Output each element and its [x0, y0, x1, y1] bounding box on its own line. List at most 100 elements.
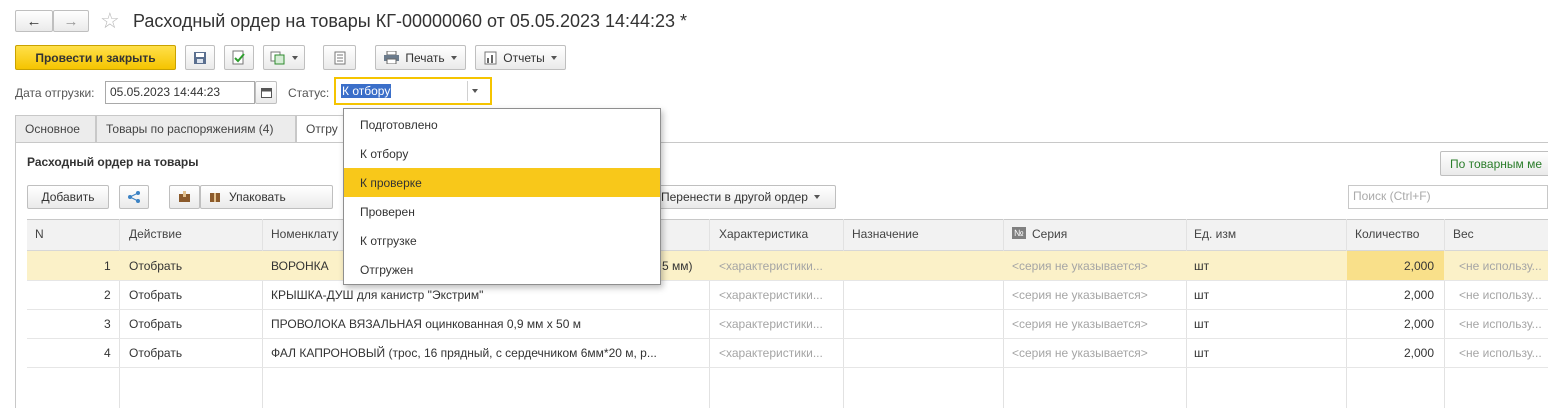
row-quantity: 2,000: [1404, 288, 1435, 302]
arrow-right-icon: →: [63, 12, 79, 30]
column-header-unit[interactable]: Ед. изм: [1194, 227, 1236, 241]
series-number-icon: №: [1012, 227, 1026, 239]
row-quantity: 2,000: [1404, 259, 1435, 273]
tab-shipment[interactable]: Отгру: [296, 115, 346, 143]
move-label: Перенести в другой ордер: [661, 190, 808, 204]
move-to-other-order-button[interactable]: Перенести в другой ордер: [650, 185, 836, 209]
create-based-icon: [270, 51, 285, 64]
print-label: Печать: [405, 50, 445, 65]
tab-goods-by-orders[interactable]: Товары по распоряжениям (4): [96, 115, 296, 142]
row-quantity: 2,000: [1404, 346, 1435, 360]
status-option-checked[interactable]: Проверен: [344, 197, 660, 226]
list-icon: [334, 51, 345, 64]
post-document-icon: [232, 50, 245, 64]
split-button[interactable]: [119, 185, 149, 209]
row-series: <серия не указывается>: [1012, 317, 1148, 331]
search-input[interactable]: Поиск (Ctrl+F): [1348, 185, 1548, 209]
post-and-close-button[interactable]: Провести и закрыть: [15, 45, 176, 70]
section-title: Расходный ордер на товары: [27, 155, 199, 169]
box-icon: [210, 193, 220, 202]
row-characteristic: <характеристики...: [719, 259, 823, 273]
status-option-shipped[interactable]: Отгружен: [344, 255, 660, 284]
tab-main[interactable]: Основное: [15, 115, 96, 142]
row-item: ПРОВОЛОКА ВЯЗАЛЬНАЯ оцинкованная 0,9 мм …: [271, 317, 581, 331]
add-button[interactable]: Добавить: [27, 185, 109, 209]
row-characteristic: <характеристики...: [719, 288, 823, 302]
star-icon[interactable]: ☆: [100, 8, 120, 34]
ship-date-label: Дата отгрузки:: [15, 86, 95, 100]
reports-icon: [484, 51, 497, 64]
box-open-icon: [179, 191, 190, 202]
search-placeholder: Поиск (Ctrl+F): [1353, 189, 1431, 203]
row-number: 4: [104, 346, 111, 360]
status-selected-value: К отбору: [341, 84, 392, 98]
column-header-characteristic[interactable]: Характеристика: [719, 227, 808, 241]
page-title: Расходный ордер на товары КГ-00000060 от…: [133, 11, 688, 31]
row-series: <серия не указывается>: [1012, 346, 1148, 360]
pack-label: Упаковать: [229, 190, 286, 204]
row-weight: <не использу...: [1459, 288, 1542, 302]
row-item: ВОРОНКА: [271, 259, 329, 273]
create-based-on-button[interactable]: [263, 45, 305, 70]
row-action: Отобрать: [129, 288, 183, 302]
column-header-weight[interactable]: Вес: [1453, 227, 1474, 241]
column-header-action[interactable]: Действие: [129, 227, 182, 241]
row-number: 3: [104, 317, 111, 331]
chevron-down-icon[interactable]: [472, 89, 478, 93]
column-header-purpose[interactable]: Назначение: [852, 227, 919, 241]
row-action: Отобрать: [129, 317, 183, 331]
document-structure-button[interactable]: [323, 45, 356, 70]
row-characteristic: <характеристики...: [719, 346, 823, 360]
column-header-series[interactable]: Серия: [1032, 227, 1067, 241]
arrow-left-icon: ←: [26, 12, 42, 30]
forward-button[interactable]: →: [53, 10, 89, 32]
row-action: Отобрать: [129, 346, 183, 360]
chevron-down-icon: [550, 55, 557, 60]
row-unit: шт: [1194, 288, 1210, 302]
row-weight: <не использу...: [1459, 317, 1542, 331]
unpack-button[interactable]: [169, 185, 200, 209]
row-quantity: 2,000: [1404, 317, 1435, 331]
row-unit: шт: [1194, 317, 1210, 331]
printer-icon: [384, 51, 400, 64]
row-unit: шт: [1194, 346, 1210, 360]
column-header-quantity[interactable]: Количество: [1355, 227, 1419, 241]
print-button[interactable]: Печать: [375, 45, 466, 70]
reports-button[interactable]: Отчеты: [475, 45, 566, 70]
share-icon: [128, 191, 140, 203]
chevron-down-icon: [813, 195, 820, 199]
floppy-disk-icon: [194, 51, 206, 64]
status-select[interactable]: К отбору: [334, 77, 492, 105]
pack-button[interactable]: Упаковать: [200, 185, 333, 209]
back-button[interactable]: ←: [15, 10, 53, 32]
status-label: Статус:: [288, 86, 330, 100]
row-number: 1: [104, 259, 111, 273]
ship-date-field[interactable]: 05.05.2023 14:44:23: [105, 81, 255, 104]
row-action: Отобрать: [129, 259, 183, 273]
save-button[interactable]: [185, 45, 215, 70]
row-number: 2: [104, 288, 111, 302]
row-characteristic: <характеристики...: [719, 317, 823, 331]
row-weight: <не использу...: [1459, 346, 1542, 360]
calendar-icon: [260, 88, 272, 98]
by-goods-places-button[interactable]: По товарным ме: [1440, 151, 1548, 176]
column-header-item[interactable]: Номенклату: [271, 227, 338, 241]
row-item-tail: 5 мм): [662, 259, 693, 273]
status-option-prepared[interactable]: Подготовлено: [344, 110, 660, 139]
row-series: <серия не указывается>: [1012, 259, 1148, 273]
status-option-to-check[interactable]: К проверке: [344, 168, 660, 197]
row-item: ФАЛ КАПРОНОВЫЙ (трос, 16 прядный, с серд…: [271, 346, 657, 360]
row-weight: <не использу...: [1459, 259, 1542, 273]
status-option-to-ship[interactable]: К отгрузке: [344, 226, 660, 255]
reports-label: Отчеты: [503, 50, 545, 65]
status-dropdown-list: Подготовлено К отбору К проверке Провере…: [343, 108, 661, 285]
row-series: <серия не указывается>: [1012, 288, 1148, 302]
chevron-down-icon: [450, 55, 457, 60]
column-header-n[interactable]: N: [35, 227, 44, 241]
row-item: КРЫШКА-ДУШ для канистр "Экстрим": [271, 288, 484, 302]
row-unit: шт: [1194, 259, 1210, 273]
calendar-button[interactable]: [255, 81, 277, 104]
chevron-down-icon: [292, 55, 298, 60]
post-button[interactable]: [224, 45, 254, 70]
status-option-to-pick[interactable]: К отбору: [344, 139, 660, 168]
